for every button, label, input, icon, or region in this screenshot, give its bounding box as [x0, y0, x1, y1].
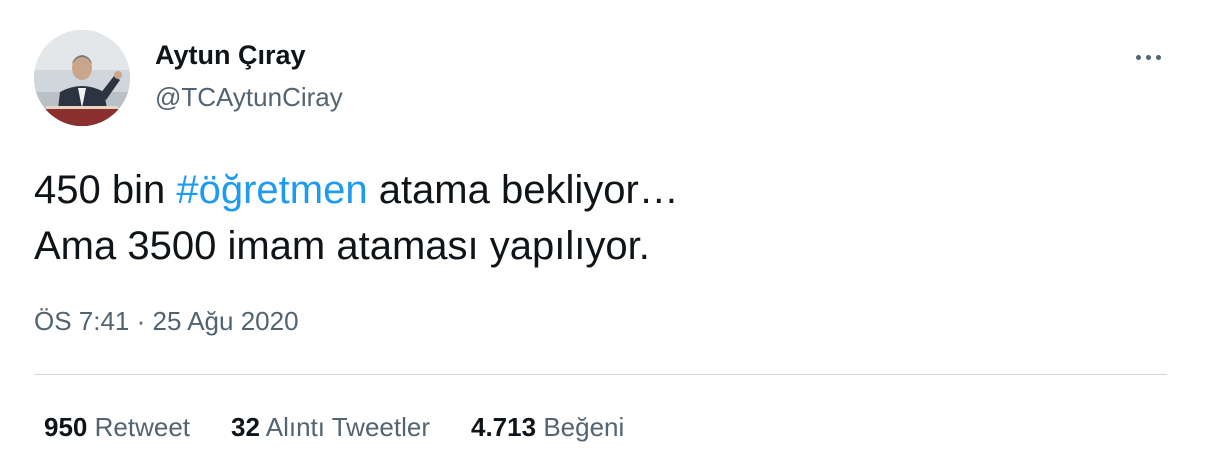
more-horizontal-icon — [1135, 54, 1141, 60]
engagement-stats: 950 Retweet 32 Alıntı Tweetler 4.713 Beğ… — [44, 412, 624, 443]
likes-count: 4.713 — [471, 412, 537, 442]
more-horizontal-icon-dot — [1145, 54, 1151, 60]
avatar[interactable] — [34, 30, 130, 126]
tweet-card: Aytun Çıray @TCAytunCiray 450 bin #öğret… — [0, 0, 1208, 462]
retweets-count: 950 — [44, 412, 88, 442]
likes-label: Beğeni — [543, 412, 625, 442]
quotes-count: 32 — [231, 412, 260, 442]
divider — [34, 374, 1167, 375]
tweet-text: 450 bin #öğretmen atama bekliyor… Ama 35… — [34, 162, 1154, 274]
tweet-timestamp[interactable]: ÖS 7:41 · 25 Ağu 2020 — [34, 306, 299, 337]
author-name[interactable]: Aytun Çıray — [155, 40, 306, 71]
tweet-text-segment: 450 bin — [34, 168, 177, 212]
likes-stat[interactable]: 4.713 Beğeni — [471, 412, 624, 443]
tweet-line-2: Ama 3500 imam ataması yapılıyor. — [34, 224, 650, 268]
avatar-photo — [34, 30, 130, 126]
more-options-button[interactable] — [1128, 42, 1168, 72]
retweets-label: Retweet — [94, 412, 191, 442]
tweet-text-segment: atama bekliyor… — [367, 168, 679, 212]
more-horizontal-icon-dot — [1155, 54, 1161, 60]
quotes-label: Alıntı Tweetler — [265, 412, 430, 442]
retweets-stat[interactable]: 950 Retweet — [44, 412, 190, 443]
author-handle[interactable]: @TCAytunCiray — [155, 82, 343, 113]
hashtag-link[interactable]: #öğretmen — [176, 168, 367, 212]
quote-tweets-stat[interactable]: 32 Alıntı Tweetler — [231, 412, 430, 443]
tweet-line-1: 450 bin #öğretmen atama bekliyor… — [34, 162, 1154, 218]
